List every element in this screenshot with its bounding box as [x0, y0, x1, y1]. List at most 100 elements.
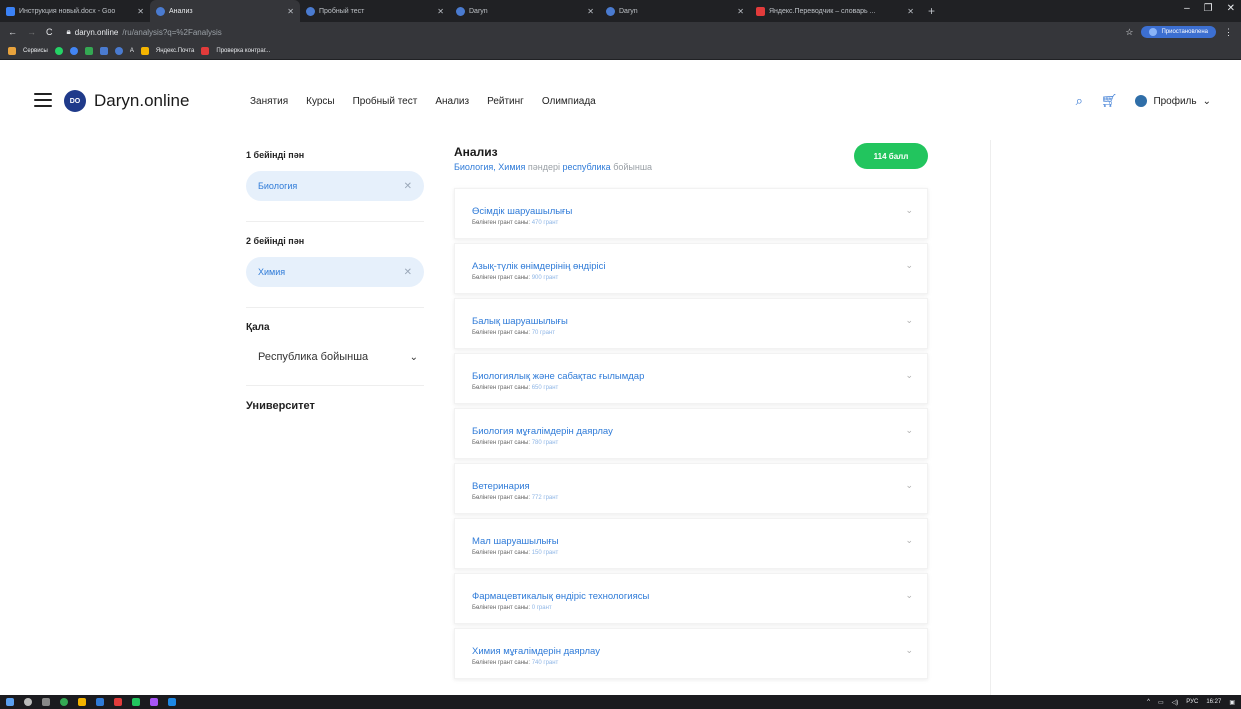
bookmark-yandex-mail[interactable]: Яндекс.Почта — [156, 48, 195, 54]
divider — [246, 307, 424, 308]
bookmark-services[interactable]: Сервисы — [23, 48, 48, 54]
back-icon[interactable]: ← — [8, 27, 17, 37]
app-icon[interactable] — [96, 698, 104, 706]
specialty-title[interactable]: Фармацевтикалық өндіріс технологиясы — [472, 591, 649, 602]
chevron-down-icon[interactable]: ⌄ — [905, 260, 913, 271]
chevron-down-icon[interactable]: ⌄ — [905, 535, 913, 546]
specialty-title[interactable]: Химия мұғалімдерін даярлау — [472, 646, 600, 657]
bookmark-check[interactable]: Проверка контраг... — [216, 48, 270, 54]
close-icon[interactable]: ✕ — [137, 7, 144, 16]
specialty-card[interactable]: Биологиялық және сабақтас ғылымдар Бөлін… — [454, 353, 928, 404]
nav-item-analysis[interactable]: Анализ — [435, 96, 469, 107]
city-select[interactable]: Республика бойынша ⌄ — [246, 343, 424, 371]
chrome-icon[interactable] — [60, 698, 68, 706]
close-window-icon[interactable]: ✕ — [1227, 3, 1235, 14]
chevron-down-icon[interactable]: ⌄ — [905, 645, 913, 656]
chevron-down-icon[interactable]: ⌄ — [905, 315, 913, 326]
specialty-card[interactable]: Фармацевтикалық өндіріс технологиясы Бөл… — [454, 573, 928, 624]
browser-profile-button[interactable]: Приостановлена — [1141, 26, 1216, 38]
app-icon[interactable] — [132, 698, 140, 706]
specialty-title[interactable]: Мал шаруашылығы — [472, 536, 559, 547]
nav-item-olympiad[interactable]: Олимпиада — [542, 96, 596, 107]
search-icon[interactable] — [24, 698, 32, 706]
clock[interactable]: 16:27 — [1206, 699, 1221, 705]
nav-item-rating[interactable]: Рейтинг — [487, 96, 524, 107]
specialty-card[interactable]: Өсімдік шаруашылығы Бөлінген грант саны:… — [454, 188, 928, 239]
browser-tab-active[interactable]: Анализ ✕ — [150, 0, 300, 22]
minimize-icon[interactable]: – — [1184, 3, 1190, 14]
notifications-icon[interactable]: ▣ — [1229, 699, 1235, 706]
nav-item-courses[interactable]: Курсы — [306, 96, 334, 107]
browser-tab[interactable]: Пробный тест ✕ — [300, 0, 450, 22]
specialty-title[interactable]: Биологиялық және сабақтас ғылымдар — [472, 371, 644, 382]
volume-icon[interactable]: ◁) — [1172, 699, 1179, 706]
task-view-icon[interactable] — [42, 698, 50, 706]
mail-icon[interactable] — [140, 46, 149, 55]
nav-item-lessons[interactable]: Занятия — [250, 96, 288, 107]
language-indicator[interactable]: РУС — [1186, 699, 1198, 705]
bookmark-icon[interactable] — [84, 46, 93, 55]
specialty-card[interactable]: Химия мұғалімдерін даярлау Бөлінген гран… — [454, 628, 928, 679]
main-nav: Занятия Курсы Пробный тест Анализ Рейтин… — [250, 96, 596, 107]
daryn-icon[interactable] — [114, 46, 123, 55]
forward-icon[interactable]: → — [27, 27, 36, 37]
specialty-title[interactable]: Биология мұғалімдерін даярлау — [472, 426, 613, 437]
bookmark-icon[interactable] — [201, 46, 210, 55]
word-icon[interactable] — [168, 698, 176, 706]
browser-tab[interactable]: Инструкция новый.docx - Goo ✕ — [0, 0, 150, 22]
chevron-down-icon[interactable]: ⌄ — [905, 205, 913, 216]
url-field[interactable]: 🔒︎ daryn.online/ru/analysis?q=%2Fanalysi… — [67, 27, 222, 37]
chevron-down-icon[interactable]: ⌄ — [905, 480, 913, 491]
close-icon[interactable]: ✕ — [404, 181, 412, 192]
app-icon[interactable] — [114, 698, 122, 706]
nav-item-trial-test[interactable]: Пробный тест — [353, 96, 418, 107]
close-icon[interactable]: ✕ — [404, 267, 412, 278]
profile-menu[interactable]: Профиль ⌄ — [1135, 95, 1211, 107]
specialty-card[interactable]: Ветеринария Бөлінген грант саны: 772 гра… — [454, 463, 928, 514]
specialty-title[interactable]: Өсімдік шаруашылығы — [472, 206, 572, 217]
subject2-chip[interactable]: Химия ✕ — [246, 257, 424, 287]
browser-tab[interactable]: Daryn ✕ — [450, 0, 600, 22]
subject2-label: 2 бейінді пән — [246, 236, 305, 246]
chevron-up-icon[interactable]: ^ — [1147, 699, 1150, 705]
menu-dots-icon[interactable]: ⋮ — [1224, 27, 1233, 38]
restore-icon[interactable]: ❐ — [1204, 3, 1213, 14]
specialty-card[interactable]: Балық шаруашылығы Бөлінген грант саны: 7… — [454, 298, 928, 349]
chevron-down-icon[interactable]: ⌄ — [905, 370, 913, 381]
specialty-title[interactable]: Балық шаруашылығы — [472, 316, 568, 327]
search-icon[interactable]: ⌕ — [1076, 93, 1083, 109]
bookmark-icon[interactable] — [69, 46, 78, 55]
specialty-card[interactable]: Биология мұғалімдерін даярлау Бөлінген г… — [454, 408, 928, 459]
browser-tab[interactable]: Яндекс.Переводчик – словарь ... ✕ — [750, 0, 920, 22]
chevron-down-icon[interactable]: ⌄ — [905, 425, 913, 436]
close-icon[interactable]: ✕ — [437, 7, 444, 16]
reload-icon[interactable]: C — [46, 27, 53, 37]
avatar — [1135, 95, 1148, 107]
cart-icon[interactable]: 🛒︎ — [1101, 93, 1118, 109]
subject1-chip[interactable]: Биология ✕ — [246, 171, 424, 201]
logo-icon: DO — [64, 90, 86, 112]
bookmark-a[interactable]: A — [130, 48, 134, 54]
apps-icon[interactable] — [8, 46, 16, 55]
folder-icon[interactable] — [78, 698, 86, 706]
bookmark-icon[interactable] — [99, 46, 108, 55]
whatsapp-icon[interactable] — [54, 46, 63, 55]
close-icon[interactable]: ✕ — [737, 7, 744, 16]
close-icon[interactable]: ✕ — [587, 7, 594, 16]
star-icon[interactable]: ☆ — [1125, 27, 1133, 38]
browser-tab[interactable]: Daryn ✕ — [600, 0, 750, 22]
chevron-down-icon[interactable]: ⌄ — [905, 590, 913, 601]
windows-start-icon[interactable] — [6, 698, 14, 706]
logo[interactable]: DO Daryn.online — [64, 90, 189, 112]
specialty-title[interactable]: Ветеринария — [472, 481, 530, 492]
close-icon[interactable]: ✕ — [287, 7, 294, 16]
university-label[interactable]: Университет — [246, 400, 424, 412]
app-icon[interactable] — [150, 698, 158, 706]
new-tab-button[interactable]: + — [920, 4, 943, 18]
specialty-card[interactable]: Азық-түлік өнімдерінің өндірісі Бөлінген… — [454, 243, 928, 294]
menu-icon[interactable] — [34, 93, 52, 107]
close-icon[interactable]: ✕ — [907, 7, 914, 16]
network-icon[interactable]: ▭ — [1158, 699, 1164, 706]
specialty-card[interactable]: Мал шаруашылығы Бөлінген грант саны: 150… — [454, 518, 928, 569]
specialty-title[interactable]: Азық-түлік өнімдерінің өндірісі — [472, 261, 605, 272]
